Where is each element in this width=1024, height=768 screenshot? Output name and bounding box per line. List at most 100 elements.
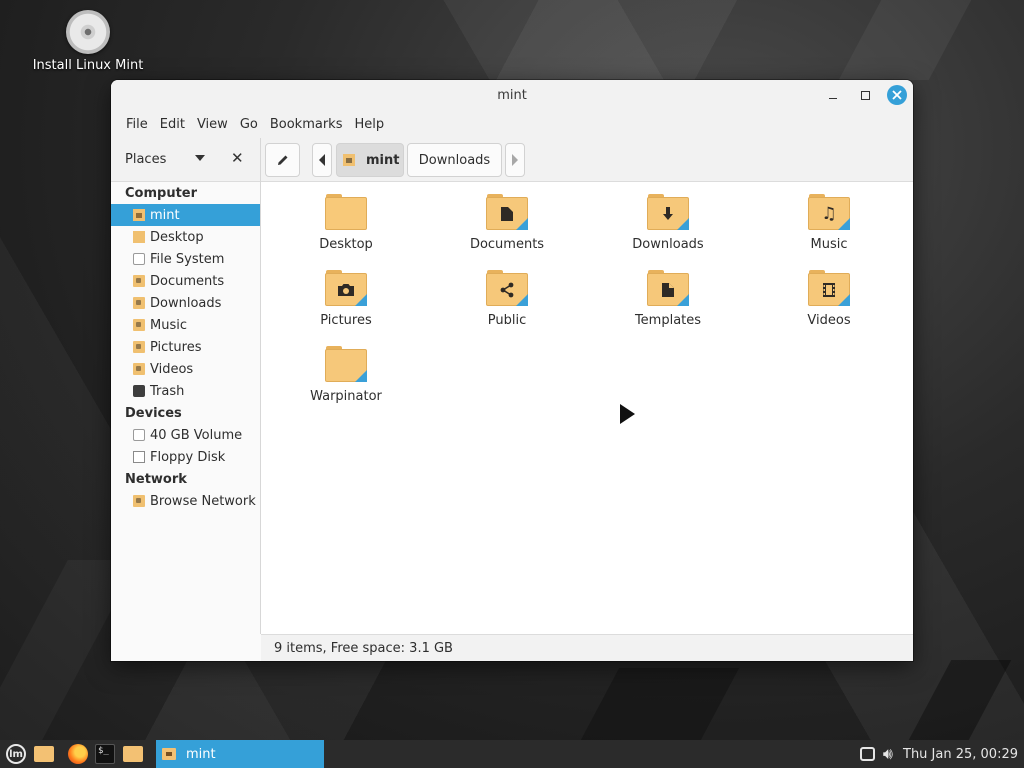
sidebar-item-mint[interactable]: mint — [111, 204, 260, 226]
home-folder-icon — [133, 209, 145, 221]
desktop-icon-label: Install Linux Mint — [32, 58, 144, 73]
downloads-folder-icon — [647, 192, 689, 230]
places-header: Places ✕ — [111, 138, 260, 182]
public-folder-icon — [486, 268, 528, 306]
maximize-button[interactable] — [855, 85, 875, 105]
sidebar-item-videos[interactable]: Videos — [111, 358, 260, 380]
downloads-folder-icon — [133, 297, 145, 309]
menu-file[interactable]: File — [120, 117, 154, 132]
documents-folder-icon — [133, 275, 145, 287]
window-titlebar[interactable]: mint — [111, 80, 913, 110]
firefox-launcher[interactable] — [67, 743, 89, 765]
file-label: Public — [487, 313, 527, 328]
places-sidebar: Computer mint Desktop File System Docume… — [111, 182, 260, 660]
file-item-pictures[interactable]: Pictures — [266, 258, 426, 328]
show-desktop-button[interactable] — [33, 743, 55, 765]
file-label: Templates — [634, 313, 702, 328]
file-item-music[interactable]: ♫ Music — [749, 182, 909, 252]
file-item-public[interactable]: Public — [427, 258, 587, 328]
file-label: Music — [810, 237, 848, 252]
documents-folder-icon — [486, 192, 528, 230]
sidebar-item-40gb-volume[interactable]: 40 GB Volume — [111, 424, 260, 446]
files-launcher[interactable] — [122, 743, 144, 765]
music-folder-icon: ♫ — [808, 192, 850, 230]
file-label: Videos — [807, 313, 851, 328]
sidebar-item-floppy-disk[interactable]: Floppy Disk — [111, 446, 260, 468]
sidebar-item-file-system[interactable]: File System — [111, 248, 260, 270]
breadcrumb-label: mint — [366, 152, 400, 168]
close-icon — [892, 90, 902, 100]
toggle-location-button[interactable] — [265, 143, 300, 177]
templates-folder-icon — [647, 268, 689, 306]
warpinator-folder-icon — [325, 344, 367, 382]
system-tray: 🔊︎ Thu Jan 25, 00:29 — [859, 740, 1024, 768]
file-item-documents[interactable]: Documents — [427, 182, 587, 252]
home-folder-icon — [162, 748, 176, 760]
chevron-down-icon[interactable] — [195, 155, 205, 161]
trash-icon — [133, 385, 145, 397]
sidebar-section-computer: Computer — [125, 185, 198, 201]
window-title: mint — [497, 87, 527, 103]
taskbar: lm $_ mint 🔊︎ Thu Jan 25, 00:29 — [0, 740, 1024, 768]
sidebar-item-music[interactable]: Music — [111, 314, 260, 336]
file-label: Documents — [469, 237, 545, 252]
desktop-icon-install-linux-mint[interactable]: Install Linux Mint — [30, 10, 146, 76]
folder-icon — [34, 746, 54, 762]
pencil-icon — [277, 155, 287, 165]
network-folder-icon — [133, 495, 145, 507]
menu-view[interactable]: View — [191, 117, 234, 132]
places-selector[interactable]: Places — [125, 152, 166, 167]
sidebar-item-downloads[interactable]: Downloads — [111, 292, 260, 314]
file-label: Warpinator — [310, 389, 382, 404]
terminal-launcher[interactable]: $_ — [94, 743, 116, 765]
desktop-folder-icon — [133, 231, 145, 243]
videos-folder-icon — [808, 268, 850, 306]
floppy-icon — [133, 451, 145, 463]
folder-icon — [123, 746, 143, 762]
menubar: File Edit View Go Bookmarks Help — [111, 110, 913, 138]
sidebar-item-pictures[interactable]: Pictures — [111, 336, 260, 358]
breadcrumb-back-button[interactable] — [312, 143, 332, 177]
sidebar-item-documents[interactable]: Documents — [111, 270, 260, 292]
file-item-templates[interactable]: Templates — [588, 258, 748, 328]
file-item-downloads[interactable]: Downloads — [588, 182, 748, 252]
minimize-button[interactable] — [823, 85, 843, 105]
file-view[interactable]: Desktop Documents Downloads ♫ Music Pict… — [261, 182, 913, 634]
terminal-icon: $_ — [95, 744, 115, 764]
menu-go[interactable]: Go — [234, 117, 264, 132]
desktop-folder-icon — [325, 192, 367, 230]
chevron-right-icon — [512, 154, 518, 166]
pictures-folder-icon — [133, 341, 145, 353]
network-icon[interactable] — [859, 747, 875, 761]
menu-edit[interactable]: Edit — [154, 117, 191, 132]
videos-folder-icon — [133, 363, 145, 375]
file-item-desktop[interactable]: Desktop — [266, 182, 426, 252]
sidebar-section-devices: Devices — [125, 405, 182, 421]
breadcrumb-downloads[interactable]: Downloads — [407, 143, 502, 177]
close-button[interactable] — [887, 85, 907, 105]
breadcrumb-forward-button[interactable] — [505, 143, 525, 177]
toolbar-row: Places ✕ mint Downloads — [111, 138, 913, 182]
sidebar-item-trash[interactable]: Trash — [111, 380, 260, 402]
pictures-folder-icon — [325, 268, 367, 306]
taskbar-window-mint[interactable]: mint — [156, 740, 324, 768]
sidebar-item-desktop[interactable]: Desktop — [111, 226, 260, 248]
file-label: Pictures — [320, 313, 372, 328]
clock[interactable]: Thu Jan 25, 00:29 — [903, 747, 1018, 762]
sidebar-item-browse-network[interactable]: Browse Network — [111, 490, 260, 512]
location-toolbar: mint Downloads — [265, 142, 525, 178]
drive-icon — [133, 429, 145, 441]
volume-icon[interactable]: 🔊︎ — [883, 744, 893, 764]
file-label: Downloads — [632, 237, 704, 252]
mouse-cursor-icon — [620, 404, 635, 424]
file-item-warpinator[interactable]: Warpinator — [266, 334, 426, 404]
close-sidebar-icon[interactable]: ✕ — [231, 149, 244, 167]
menu-bookmarks[interactable]: Bookmarks — [264, 117, 349, 132]
status-text: 9 items, Free space: 3.1 GB — [274, 640, 453, 656]
menu-help[interactable]: Help — [348, 117, 390, 132]
breadcrumb-mint[interactable]: mint — [336, 143, 404, 177]
file-item-videos[interactable]: Videos — [749, 258, 909, 328]
menu-button[interactable]: lm — [5, 743, 27, 765]
file-manager-window: mint File Edit View Go Bookmarks Help Pl… — [111, 80, 913, 661]
taskbar-window-label: mint — [186, 746, 216, 762]
